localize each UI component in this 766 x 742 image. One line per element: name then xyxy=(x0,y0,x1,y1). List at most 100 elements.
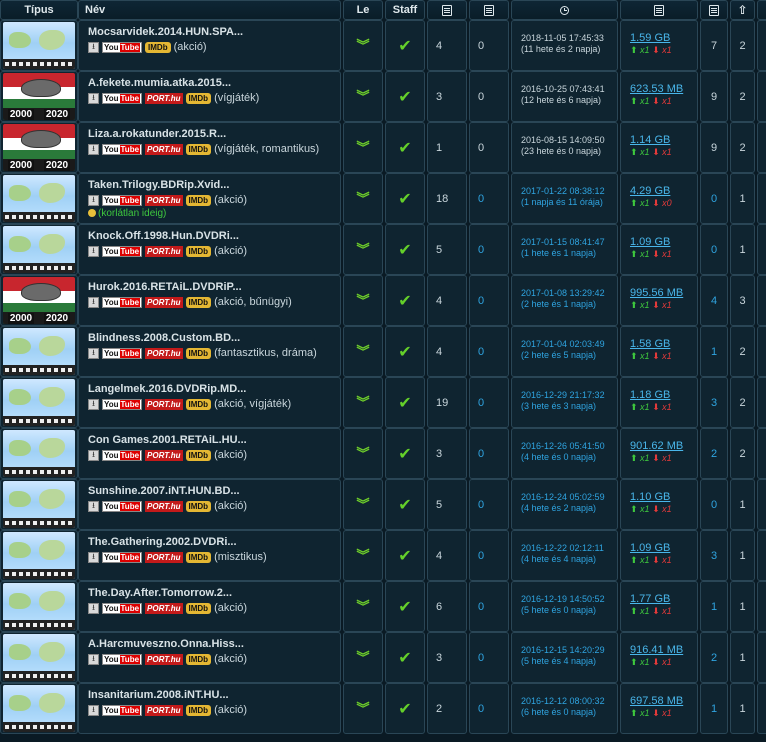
header-files[interactable] xyxy=(427,0,467,20)
category-thumbnail[interactable] xyxy=(3,430,75,477)
porthu-link[interactable]: PORT.hu xyxy=(145,551,183,563)
leechers-count[interactable]: 3 xyxy=(730,275,755,326)
imdb-link[interactable]: IMDb xyxy=(185,500,212,512)
youtube-link[interactable]: You Tube xyxy=(102,602,143,614)
seeders-count[interactable]: 9 xyxy=(700,71,728,122)
torrent-title-link[interactable]: Langelmek.2016.DVDRip.MD... xyxy=(88,383,334,395)
comments-count[interactable]: 0 xyxy=(469,224,509,275)
comments-count[interactable]: 0 xyxy=(469,377,509,428)
leechers-count[interactable]: 1 xyxy=(730,173,755,224)
size-link[interactable]: 1.09 GB xyxy=(630,236,697,248)
seeders-count[interactable]: 2 xyxy=(700,428,728,479)
leechers-count[interactable]: 1 xyxy=(730,479,755,530)
category-cell[interactable] xyxy=(0,530,78,581)
seeders-count[interactable]: 4 xyxy=(700,275,728,326)
leechers-count[interactable]: 2 xyxy=(730,377,755,428)
files-count[interactable]: 18 xyxy=(427,173,467,224)
double-chevron-down-icon[interactable]: ︾ xyxy=(356,549,369,562)
youtube-link[interactable]: You Tube xyxy=(102,704,143,716)
double-chevron-down-icon[interactable]: ︾ xyxy=(356,90,369,103)
torrent-title-link[interactable]: Mocsarvidek.2014.HUN.SPA... xyxy=(88,26,334,38)
comments-count[interactable]: 0 xyxy=(469,326,509,377)
size-link[interactable]: 1.10 GB xyxy=(630,491,697,503)
size-link[interactable]: 1.77 GB xyxy=(630,593,697,605)
completed-count[interactable]: 0 xyxy=(757,428,766,479)
header-leechers[interactable]: ⇧ xyxy=(730,0,755,20)
comments-count[interactable]: 0 xyxy=(469,530,509,581)
leechers-count[interactable]: 1 xyxy=(730,530,755,581)
double-chevron-down-icon[interactable]: ︾ xyxy=(356,600,369,613)
porthu-link[interactable]: PORT.hu xyxy=(145,500,183,512)
completed-count[interactable]: 0 xyxy=(757,581,766,632)
category-thumbnail[interactable] xyxy=(3,22,75,69)
download-cell[interactable]: ︾ xyxy=(343,20,383,71)
torrent-title-link[interactable]: Blindness.2008.Custom.BD... xyxy=(88,332,334,344)
youtube-link[interactable]: You Tube xyxy=(102,551,143,563)
download-small-icon[interactable]: ⭳ xyxy=(88,449,99,461)
leechers-count[interactable]: 2 xyxy=(730,20,755,71)
torrent-title-link[interactable]: Insanitarium.2008.iNT.HU... xyxy=(88,689,334,701)
category-cell[interactable] xyxy=(0,377,78,428)
size-link[interactable]: 4.29 GB xyxy=(630,185,697,197)
comments-count[interactable]: 0 xyxy=(469,173,509,224)
comments-count[interactable]: 0 xyxy=(469,122,509,173)
category-thumbnail[interactable] xyxy=(3,685,75,732)
category-thumbnail[interactable] xyxy=(3,532,75,579)
files-count[interactable]: 5 xyxy=(427,479,467,530)
youtube-link[interactable]: You Tube xyxy=(102,449,143,461)
download-cell[interactable]: ︾ xyxy=(343,632,383,683)
porthu-link[interactable]: PORT.hu xyxy=(145,653,183,665)
category-thumbnail[interactable]: 2000 2020 xyxy=(3,124,75,171)
seeders-count[interactable]: 1 xyxy=(700,581,728,632)
category-thumbnail[interactable] xyxy=(3,583,75,630)
category-cell[interactable]: 2000 2020 xyxy=(0,122,78,173)
download-small-icon[interactable]: ⭳ xyxy=(88,500,99,512)
files-count[interactable]: 4 xyxy=(427,20,467,71)
completed-count[interactable]: 0 xyxy=(757,224,766,275)
category-cell[interactable] xyxy=(0,326,78,377)
youtube-link[interactable]: You Tube xyxy=(102,398,143,410)
download-cell[interactable]: ︾ xyxy=(343,479,383,530)
comments-count[interactable]: 0 xyxy=(469,683,509,734)
category-cell[interactable] xyxy=(0,632,78,683)
files-count[interactable]: 3 xyxy=(427,632,467,683)
seeders-count[interactable]: 0 xyxy=(700,173,728,224)
download-small-icon[interactable]: ⭳ xyxy=(88,92,99,104)
header-date[interactable] xyxy=(511,0,618,20)
category-cell[interactable] xyxy=(0,224,78,275)
porthu-link[interactable]: PORT.hu xyxy=(145,449,183,461)
youtube-link[interactable]: You Tube xyxy=(102,92,143,104)
leechers-count[interactable]: 1 xyxy=(730,581,755,632)
download-small-icon[interactable]: ⭳ xyxy=(88,245,99,257)
double-chevron-down-icon[interactable]: ︾ xyxy=(356,447,369,460)
porthu-link[interactable]: PORT.hu xyxy=(145,296,183,308)
download-cell[interactable]: ︾ xyxy=(343,683,383,734)
download-cell[interactable]: ︾ xyxy=(343,224,383,275)
double-chevron-down-icon[interactable]: ︾ xyxy=(356,192,369,205)
porthu-link[interactable]: PORT.hu xyxy=(145,704,183,716)
category-cell[interactable] xyxy=(0,581,78,632)
youtube-link[interactable]: You Tube xyxy=(102,653,143,665)
double-chevron-down-icon[interactable]: ︾ xyxy=(356,294,369,307)
youtube-link[interactable]: You Tube xyxy=(102,194,143,206)
header-type[interactable]: Típus xyxy=(0,0,78,20)
youtube-link[interactable]: You Tube xyxy=(102,245,143,257)
imdb-link[interactable]: IMDb xyxy=(185,449,212,461)
files-count[interactable]: 1 xyxy=(427,122,467,173)
porthu-link[interactable]: PORT.hu xyxy=(145,398,183,410)
porthu-link[interactable]: PORT.hu xyxy=(145,143,183,155)
download-cell[interactable]: ︾ xyxy=(343,377,383,428)
double-chevron-down-icon[interactable]: ︾ xyxy=(356,651,369,664)
imdb-link[interactable]: IMDb xyxy=(185,398,212,410)
download-cell[interactable]: ︾ xyxy=(343,581,383,632)
category-thumbnail[interactable] xyxy=(3,481,75,528)
files-count[interactable]: 2 xyxy=(427,683,467,734)
porthu-link[interactable]: PORT.hu xyxy=(145,245,183,257)
size-link[interactable]: 916.41 MB xyxy=(630,644,697,656)
header-name[interactable]: Név xyxy=(78,0,341,20)
header-size[interactable] xyxy=(620,0,698,20)
files-count[interactable]: 4 xyxy=(427,326,467,377)
leechers-count[interactable]: 2 xyxy=(730,326,755,377)
completed-count[interactable]: 1 xyxy=(757,326,766,377)
size-link[interactable]: 1.58 GB xyxy=(630,338,697,350)
